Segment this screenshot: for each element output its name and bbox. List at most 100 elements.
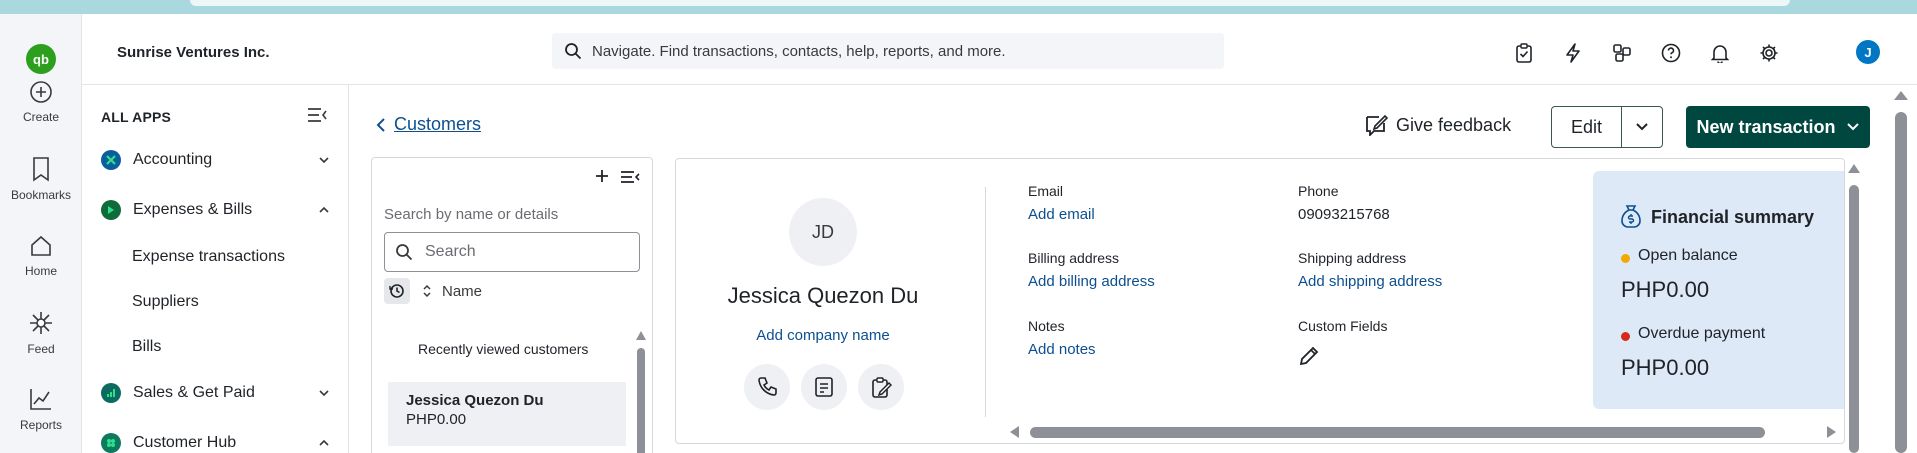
chevron-up-icon <box>319 206 329 213</box>
global-search-input[interactable]: Navigate. Find transactions, contacts, h… <box>552 33 1224 69</box>
bookmark-icon <box>33 157 49 182</box>
customer-list-panel: Search by name or details Search Name Re… <box>371 157 653 453</box>
money-bag-icon <box>1619 203 1643 234</box>
card-vertical-scrollbar[interactable] <box>1846 161 1862 453</box>
settings-gear-icon[interactable] <box>1758 42 1780 64</box>
rail-create-label: Create <box>22 110 60 124</box>
user-avatar[interactable]: J <box>1856 40 1880 64</box>
customer-list-item-balance: PHP0.00 <box>406 411 467 428</box>
expenses-app-icon <box>101 200 121 220</box>
email-label: Email <box>1028 183 1064 199</box>
line-chart-icon <box>30 389 51 410</box>
give-feedback-button[interactable]: Give feedback <box>1364 114 1511 136</box>
phone-icon <box>758 377 777 396</box>
nav-suppliers[interactable]: Suppliers <box>132 293 199 311</box>
global-search-placeholder: Navigate. Find transactions, contacts, h… <box>592 42 1006 60</box>
nav-expense-transactions[interactable]: Expense transactions <box>132 248 285 266</box>
nav-customer-hub[interactable]: Customer Hub <box>101 431 331 453</box>
sort-name-label[interactable]: Name <box>442 283 482 300</box>
rail-feed[interactable]: Feed <box>0 310 82 356</box>
rail-home-label: Home <box>24 264 57 278</box>
customer-list-item-name: Jessica Quezon Du <box>406 392 544 409</box>
edit-button[interactable]: Edit <box>1552 107 1622 147</box>
notes-label: Notes <box>1028 318 1065 334</box>
new-transaction-button[interactable]: New transaction <box>1686 106 1870 148</box>
add-customer-icon[interactable] <box>594 168 610 189</box>
back-to-customers-link[interactable]: Customers <box>376 114 481 135</box>
rail-create[interactable]: Create <box>0 80 82 124</box>
customer-search-input[interactable]: Search <box>384 232 640 272</box>
feedback-icon <box>1366 114 1388 136</box>
edit-dropdown-button[interactable] <box>1622 107 1662 147</box>
chevron-left-icon <box>376 117 385 132</box>
chevron-up-icon <box>319 439 329 446</box>
nav-expenses-bills[interactable]: Expenses & Bills <box>101 198 331 222</box>
recently-viewed-heading: Recently viewed customers <box>418 341 589 357</box>
nav-accounting[interactable]: Accounting <box>101 148 331 172</box>
back-link-label: Customers <box>394 114 482 134</box>
chevron-down-icon <box>319 390 329 397</box>
plus-circle-icon <box>30 81 52 103</box>
edit-custom-fields-pencil-icon[interactable] <box>1298 345 1320 372</box>
search-hint: Search by name or details <box>384 206 559 223</box>
create-invoice-button[interactable] <box>801 364 847 410</box>
customer-list-item[interactable]: Jessica Quezon Du PHP0.00 <box>388 382 626 446</box>
financial-summary-title: Financial summary <box>1651 207 1815 227</box>
help-icon[interactable] <box>1660 42 1682 64</box>
add-shipping-address-link[interactable]: Add shipping address <box>1298 273 1442 290</box>
tasks-icon[interactable] <box>1513 42 1535 64</box>
customer-search-placeholder: Search <box>425 243 476 260</box>
top-header: Sunrise Ventures Inc. Navigate. Find tra… <box>82 14 1917 85</box>
feedback-label: Give feedback <box>1396 114 1512 135</box>
add-notes-link[interactable]: Add notes <box>1028 341 1096 358</box>
search-icon <box>565 43 582 60</box>
shipping-address-label: Shipping address <box>1298 250 1407 266</box>
edit-notes-button[interactable] <box>858 364 904 410</box>
left-rail: qb Create Bookmarks Home Feed Reports <box>0 14 82 453</box>
add-email-link[interactable]: Add email <box>1028 206 1095 223</box>
lightning-icon[interactable] <box>1562 42 1584 64</box>
card-divider <box>985 187 986 417</box>
rail-home[interactable]: Home <box>0 234 82 278</box>
apps-grid-icon[interactable] <box>1611 42 1633 64</box>
rail-reports-label: Reports <box>19 418 63 432</box>
rail-reports[interactable]: Reports <box>0 386 82 432</box>
sort-row: Name <box>384 278 482 304</box>
customer-name: Jessica Quezon Du <box>727 283 919 308</box>
rail-feed-label: Feed <box>27 342 55 356</box>
add-company-name-link[interactable]: Add company name <box>676 327 970 344</box>
page-vertical-scrollbar[interactable] <box>1892 88 1910 453</box>
quickbooks-logo-icon[interactable]: qb <box>26 44 56 74</box>
card-horizontal-scrollbar[interactable] <box>1008 424 1838 440</box>
open-balance-dot-icon <box>1621 254 1630 263</box>
company-name[interactable]: Sunrise Ventures Inc. <box>117 44 270 61</box>
nav-accounting-label: Accounting <box>133 151 213 168</box>
overdue-dot-icon <box>1621 332 1630 341</box>
list-options-icon[interactable] <box>620 170 640 189</box>
custom-fields-label: Custom Fields <box>1298 318 1388 334</box>
edit-button-group: Edit <box>1551 106 1663 148</box>
nav-bills[interactable]: Bills <box>132 338 161 356</box>
nav-sales-get-paid[interactable]: Sales & Get Paid <box>101 381 331 405</box>
customer-hub-app-icon <box>101 433 121 453</box>
customer-list-scrollbar[interactable] <box>635 326 647 453</box>
collapse-menu-icon[interactable] <box>307 107 327 128</box>
sparkle-icon <box>30 312 52 334</box>
chevron-down-icon <box>319 157 329 164</box>
add-billing-address-link[interactable]: Add billing address <box>1028 273 1155 290</box>
rail-bookmarks[interactable]: Bookmarks <box>0 156 82 202</box>
nav-expenses-label: Expenses & Bills <box>133 201 253 218</box>
notifications-bell-icon[interactable] <box>1709 42 1731 64</box>
open-balance-label: Open balance <box>1638 247 1738 264</box>
invoice-icon <box>815 377 833 397</box>
new-transaction-label: New transaction <box>1696 116 1836 137</box>
billing-address-label: Billing address <box>1028 250 1120 266</box>
phone-value: 09093215768 <box>1298 206 1390 223</box>
history-icon[interactable] <box>384 278 410 304</box>
clipboard-edit-icon <box>872 377 892 398</box>
call-button[interactable] <box>744 364 790 410</box>
phone-label: Phone <box>1298 183 1339 199</box>
sort-icon[interactable] <box>422 284 432 298</box>
accounting-app-icon <box>101 150 121 170</box>
browser-top-strip <box>0 0 1917 14</box>
